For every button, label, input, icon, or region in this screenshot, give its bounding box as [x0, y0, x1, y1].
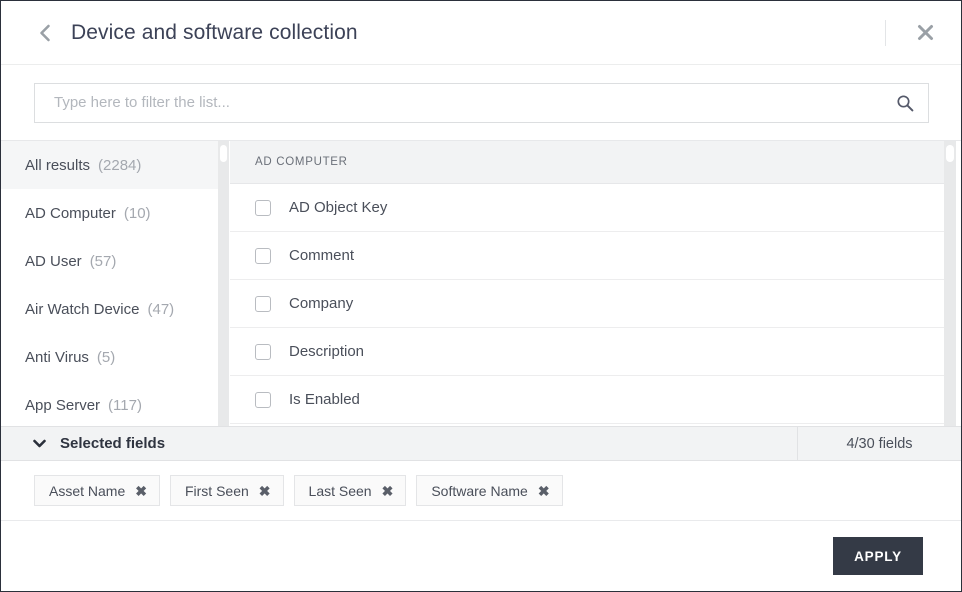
close-icon[interactable]: ✖ — [382, 484, 394, 498]
field-row[interactable]: Is Enabled — [230, 376, 961, 424]
close-icon[interactable]: ✖ — [538, 484, 550, 498]
dialog-body: All results (2284) AD Computer (10) AD User (… — [1, 141, 961, 426]
sidebar-item-count: (47) — [147, 300, 175, 318]
sidebar-scrollbar[interactable] — [218, 141, 229, 426]
chip-label: First Seen — [184, 482, 249, 499]
selected-fields-toggle[interactable]: Selected fields — [1, 427, 797, 460]
dialog-header: Device and software collection — [1, 1, 961, 65]
selected-field-chip[interactable]: Software Name ✖ — [416, 475, 563, 506]
field-checkbox[interactable] — [255, 199, 271, 216]
chevron-left-icon[interactable] — [29, 18, 59, 48]
field-row[interactable]: Company — [230, 280, 961, 328]
selected-field-chip[interactable]: Asset Name ✖ — [34, 475, 160, 506]
field-label: Company — [289, 295, 354, 312]
field-checkbox[interactable] — [255, 391, 271, 408]
sidebar-item-count: (10) — [123, 204, 151, 222]
sidebar-item[interactable]: Anti Virus (5) — [1, 333, 229, 381]
field-row[interactable]: Description — [230, 328, 961, 376]
sidebar-item-count: (57) — [89, 252, 117, 270]
sidebar-item-label: AD Computer — [25, 204, 116, 222]
apply-button[interactable]: APPLY — [833, 537, 923, 575]
sidebar-item-label: Air Watch Device — [25, 300, 140, 318]
fields-panel: AD COMPUTER AD Object Key Comment Company D… — [230, 141, 961, 426]
selected-fields-title: Selected fields — [60, 435, 166, 452]
sidebar-item[interactable]: All results (2284) — [1, 141, 229, 189]
chevron-down-icon — [33, 439, 46, 448]
field-row[interactable]: AD Object Key — [230, 184, 961, 232]
sidebar-item[interactable]: App Server (117) — [1, 381, 229, 426]
sidebar-item-count: (5) — [96, 348, 116, 366]
sidebar-item-count: (117) — [108, 396, 142, 414]
close-icon[interactable] — [908, 16, 942, 50]
field-row[interactable]: Comment — [230, 232, 961, 280]
field-label: Comment — [289, 247, 355, 264]
sidebar-scroll-thumb[interactable] — [220, 145, 227, 162]
fields-scroll-thumb[interactable] — [946, 145, 954, 162]
search-input[interactable] — [52, 82, 856, 123]
sidebar-item[interactable]: Air Watch Device (47) — [1, 285, 229, 333]
selected-fields-count: 4/30 fields — [797, 427, 961, 460]
fields-scrollbar[interactable] — [944, 141, 956, 426]
field-checkbox[interactable] — [255, 295, 271, 312]
field-list: AD Object Key Comment Company Description Is… — [230, 184, 961, 424]
header-right-group — [885, 1, 961, 64]
close-icon[interactable]: ✖ — [135, 484, 147, 498]
close-icon[interactable]: ✖ — [259, 484, 271, 498]
sidebar-item-label: AD User — [25, 252, 82, 270]
field-label: AD Object Key — [289, 199, 388, 216]
sidebar-item-label: App Server — [25, 396, 101, 414]
filter-bar — [1, 65, 961, 141]
chip-label: Last Seen — [308, 482, 372, 499]
header-divider — [885, 19, 886, 46]
selected-field-chip[interactable]: Last Seen ✖ — [293, 475, 407, 506]
search-icon[interactable] — [896, 94, 914, 112]
selected-field-chip[interactable]: First Seen ✖ — [169, 475, 284, 506]
sidebar-item-label: Anti Virus — [25, 348, 89, 366]
field-label: Description — [289, 343, 365, 360]
field-group-header: AD COMPUTER — [230, 141, 961, 184]
selected-fields-bar: Selected fields 4/30 fields — [1, 426, 961, 461]
field-checkbox[interactable] — [255, 343, 271, 360]
chip-label: Software Name — [431, 482, 528, 499]
selected-chips-row: Asset Name ✖ First Seen ✖ Last Seen ✖ Software… — [1, 461, 961, 521]
sidebar-item-label: All results — [25, 156, 91, 174]
category-sidebar: All results (2284) AD Computer (10) AD User (… — [1, 141, 230, 426]
chip-label: Asset Name — [49, 482, 126, 499]
sidebar-item[interactable]: AD User (57) — [1, 237, 229, 285]
dialog-footer: APPLY — [1, 521, 961, 591]
page-title: Device and software collection — [71, 20, 358, 44]
device-software-collection-dialog: Device and software collection All re — [0, 0, 962, 592]
category-list: All results (2284) AD Computer (10) AD User (… — [1, 141, 229, 426]
search-box[interactable] — [34, 82, 929, 123]
sidebar-item-count: (2284) — [98, 156, 142, 174]
sidebar-item[interactable]: AD Computer (10) — [1, 189, 229, 237]
field-label: Is Enabled — [289, 391, 360, 408]
panel-right-gap — [956, 141, 961, 426]
field-checkbox[interactable] — [255, 247, 271, 264]
